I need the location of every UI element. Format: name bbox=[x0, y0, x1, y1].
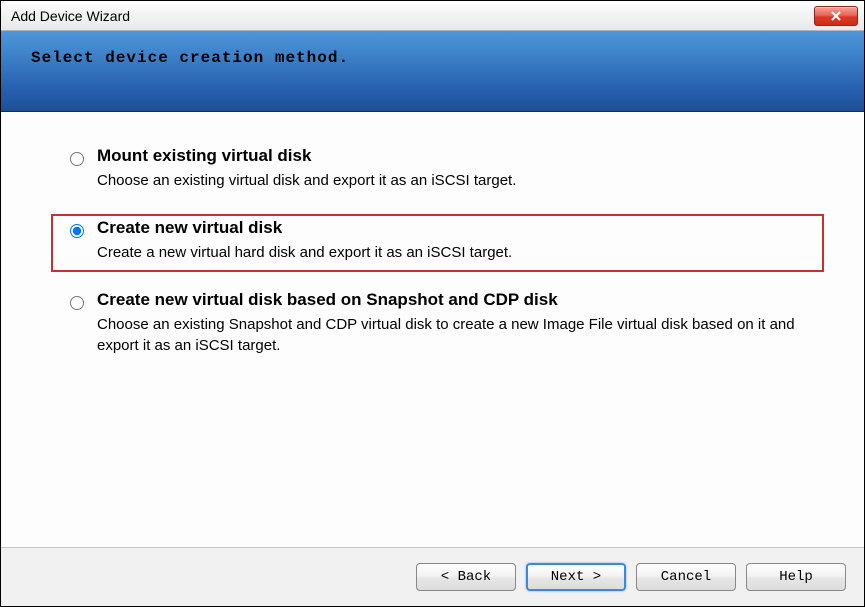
option-create-new[interactable]: Create new virtual disk Create a new vir… bbox=[51, 214, 824, 272]
close-icon bbox=[829, 11, 843, 21]
option-desc: Choose an existing Snapshot and CDP virt… bbox=[97, 314, 818, 358]
close-button[interactable] bbox=[814, 6, 858, 26]
next-button[interactable]: Next > bbox=[526, 563, 626, 591]
help-button[interactable]: Help bbox=[746, 563, 846, 591]
window-title: Add Device Wizard bbox=[11, 8, 814, 24]
radio-mount-existing[interactable] bbox=[70, 152, 84, 166]
option-desc: Choose an existing virtual disk and expo… bbox=[97, 170, 818, 192]
wizard-banner: Select device creation method. bbox=[1, 31, 864, 112]
option-create-snapshot[interactable]: Create new virtual disk based on Snapsho… bbox=[51, 286, 824, 366]
radio-create-snapshot[interactable] bbox=[70, 296, 84, 310]
banner-text: Select device creation method. bbox=[31, 49, 349, 67]
cancel-button[interactable]: Cancel bbox=[636, 563, 736, 591]
option-mount-existing[interactable]: Mount existing virtual disk Choose an ex… bbox=[51, 142, 824, 200]
option-title: Create new virtual disk based on Snapsho… bbox=[97, 290, 818, 310]
wizard-content: Mount existing virtual disk Choose an ex… bbox=[1, 112, 864, 548]
radio-create-new[interactable] bbox=[70, 224, 84, 238]
titlebar: Add Device Wizard bbox=[1, 1, 864, 31]
back-button[interactable]: < Back bbox=[416, 563, 516, 591]
option-title: Mount existing virtual disk bbox=[97, 146, 818, 166]
wizard-footer: < Back Next > Cancel Help bbox=[1, 548, 864, 606]
option-title: Create new virtual disk bbox=[97, 218, 818, 238]
option-desc: Create a new virtual hard disk and expor… bbox=[97, 242, 818, 264]
